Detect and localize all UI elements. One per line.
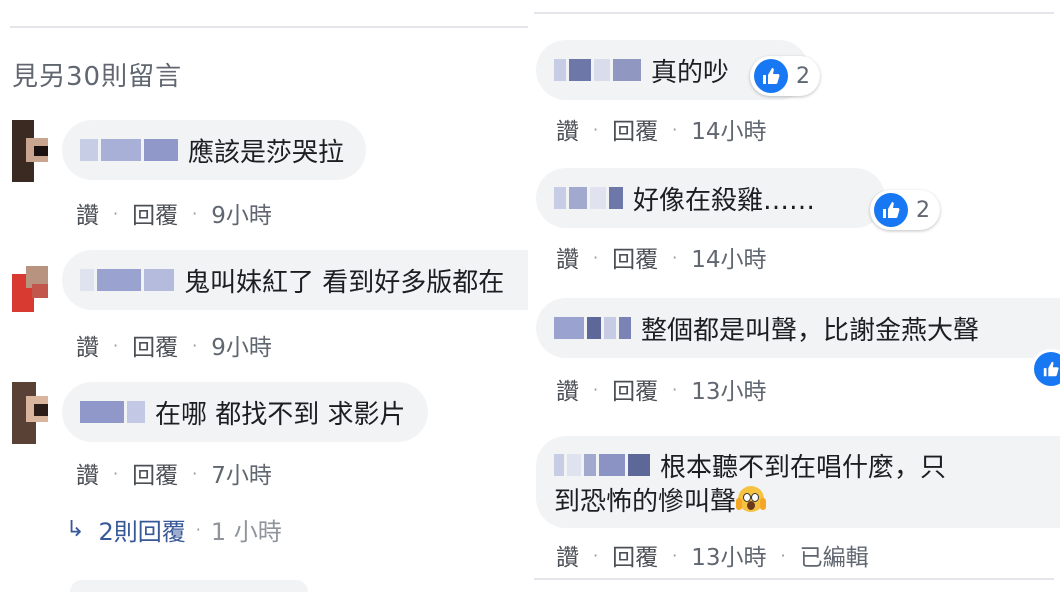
separator-dot: · xyxy=(593,379,599,399)
comment-text: 根本聽不到在唱什麼，只 xyxy=(660,452,947,483)
reply-link[interactable]: 回覆 xyxy=(612,112,658,146)
reaction-summary[interactable]: 2 xyxy=(750,56,820,96)
comment-text: 真的吵 xyxy=(651,57,730,88)
reply-link[interactable]: 回覆 xyxy=(132,328,178,362)
comment-timestamp[interactable]: 14小時 xyxy=(691,240,766,274)
next-comment-bubble-partial xyxy=(70,580,308,592)
comment-timestamp[interactable]: 9小時 xyxy=(211,196,272,230)
comment-bubble: 根本聽不到在唱什麼，只 到恐怖的慘叫聲 xyxy=(536,436,1060,528)
comment-actions: 讚 · 回覆 · 14小時 xyxy=(556,240,766,274)
blurred-author-name[interactable] xyxy=(554,57,641,83)
comment-timestamp[interactable]: 9小時 xyxy=(211,328,272,362)
reply-link[interactable]: 回覆 xyxy=(132,196,178,230)
reply-link[interactable]: 回覆 xyxy=(612,240,658,274)
comment-actions: 讚 · 回覆 · 13小時 xyxy=(556,372,766,406)
top-divider xyxy=(534,12,1054,14)
comment-timestamp[interactable]: 13小時 xyxy=(691,538,766,572)
like-link[interactable]: 讚 xyxy=(556,372,579,406)
comment-bubble: 應該是莎哭拉 xyxy=(62,120,367,180)
blurred-author-name[interactable] xyxy=(554,185,623,211)
reply-arrow-icon: ↳ xyxy=(66,517,85,542)
left-comments-panel: 見另30則留言 應該是莎哭拉 讚 · 回覆 · 9小時 鬼叫妹紅了 看到好多版都… xyxy=(0,0,528,596)
separator-dot: · xyxy=(113,203,119,223)
reaction-count: 2 xyxy=(796,63,810,89)
view-more-comments-link[interactable]: 見另30則留言 xyxy=(12,56,182,93)
reply-link[interactable]: 回覆 xyxy=(612,538,658,572)
edited-label[interactable]: 已編輯 xyxy=(800,538,869,572)
reply-link[interactable]: 回覆 xyxy=(132,456,178,490)
separator-dot: · xyxy=(113,335,119,355)
separator-dot: · xyxy=(192,463,198,483)
blurred-author-name[interactable] xyxy=(80,399,145,425)
comment-timestamp[interactable]: 13小時 xyxy=(691,372,766,406)
like-thumb-icon[interactable] xyxy=(1034,352,1060,386)
avatar[interactable] xyxy=(12,120,48,182)
top-divider xyxy=(10,26,528,28)
comment-text: 在哪 都找不到 求影片 xyxy=(155,399,406,430)
separator-dot: · xyxy=(192,203,198,223)
comment-actions: 讚 · 回覆 · 14小時 xyxy=(556,112,766,146)
reply-link[interactable]: 回覆 xyxy=(612,372,658,406)
replies-timestamp: 1 小時 xyxy=(210,518,282,546)
comment-text: 鬼叫妹紅了 看到好多版都在 xyxy=(184,267,505,298)
blurred-author-name[interactable] xyxy=(554,452,650,478)
comment-text: 到恐怖的慘叫聲 xyxy=(554,486,737,517)
avatar[interactable] xyxy=(12,382,48,444)
comment-bubble: 在哪 都找不到 求影片 xyxy=(62,382,428,442)
comment-actions: 讚 · 回覆 · 7小時 xyxy=(76,456,272,490)
comment-actions: 讚 · 回覆 · 13小時 · 已編輯 xyxy=(556,538,869,572)
comment-actions: 讚 · 回覆 · 9小時 xyxy=(76,196,272,230)
separator-dot: · xyxy=(780,545,786,565)
comment-text: 好像在殺雞…… xyxy=(633,185,816,216)
view-replies-link[interactable]: ↳ 2則回覆 · 1 小時 xyxy=(66,512,282,547)
avatar[interactable] xyxy=(12,254,48,312)
separator-dot: · xyxy=(593,119,599,139)
comment-line: 到恐怖的慘叫聲 xyxy=(554,482,767,517)
separator-dot: · xyxy=(672,379,678,399)
separator-dot: · xyxy=(192,335,198,355)
like-link[interactable]: 讚 xyxy=(76,196,99,230)
replies-count-label[interactable]: 2則回覆 xyxy=(98,512,185,547)
comment-bubble: 好像在殺雞…… xyxy=(536,168,886,228)
scream-emoji-icon xyxy=(736,486,767,512)
comment-actions: 讚 · 回覆 · 9小時 xyxy=(76,328,272,362)
like-link[interactable]: 讚 xyxy=(76,328,99,362)
separator-dot: · xyxy=(195,520,201,539)
separator-dot: · xyxy=(113,463,119,483)
comment-text: 應該是莎哭拉 xyxy=(188,137,345,168)
comment-text: 整個都是叫聲，比謝金燕大聲 xyxy=(641,315,980,346)
like-link[interactable]: 讚 xyxy=(76,456,99,490)
comment-line: 根本聽不到在唱什麼，只 xyxy=(554,448,947,483)
like-thumb-icon xyxy=(754,59,788,93)
blurred-author-name[interactable] xyxy=(554,315,631,341)
comment-timestamp[interactable]: 7小時 xyxy=(211,456,272,490)
like-link[interactable]: 讚 xyxy=(556,538,579,572)
separator-dot: · xyxy=(593,545,599,565)
separator-dot: · xyxy=(672,247,678,267)
comment-bubble: 鬼叫妹紅了 看到好多版都在 xyxy=(62,250,528,310)
right-comments-panel: 真的吵 2 讚 · 回覆 · 14小時 好像在殺雞…… 2 讚 · 回覆 · 1… xyxy=(534,0,1060,596)
like-link[interactable]: 讚 xyxy=(556,240,579,274)
separator-dot: · xyxy=(672,545,678,565)
bottom-divider xyxy=(534,578,1054,580)
separator-dot: · xyxy=(593,247,599,267)
blurred-author-name[interactable] xyxy=(80,137,178,163)
comment-timestamp[interactable]: 14小時 xyxy=(691,112,766,146)
comment-bubble: 整個都是叫聲，比謝金燕大聲 xyxy=(536,298,1060,358)
blurred-author-name[interactable] xyxy=(80,267,174,293)
like-link[interactable]: 讚 xyxy=(556,112,579,146)
separator-dot: · xyxy=(672,119,678,139)
reaction-summary[interactable]: 2 xyxy=(870,190,940,230)
like-thumb-icon xyxy=(874,193,908,227)
reaction-count: 2 xyxy=(916,197,930,223)
